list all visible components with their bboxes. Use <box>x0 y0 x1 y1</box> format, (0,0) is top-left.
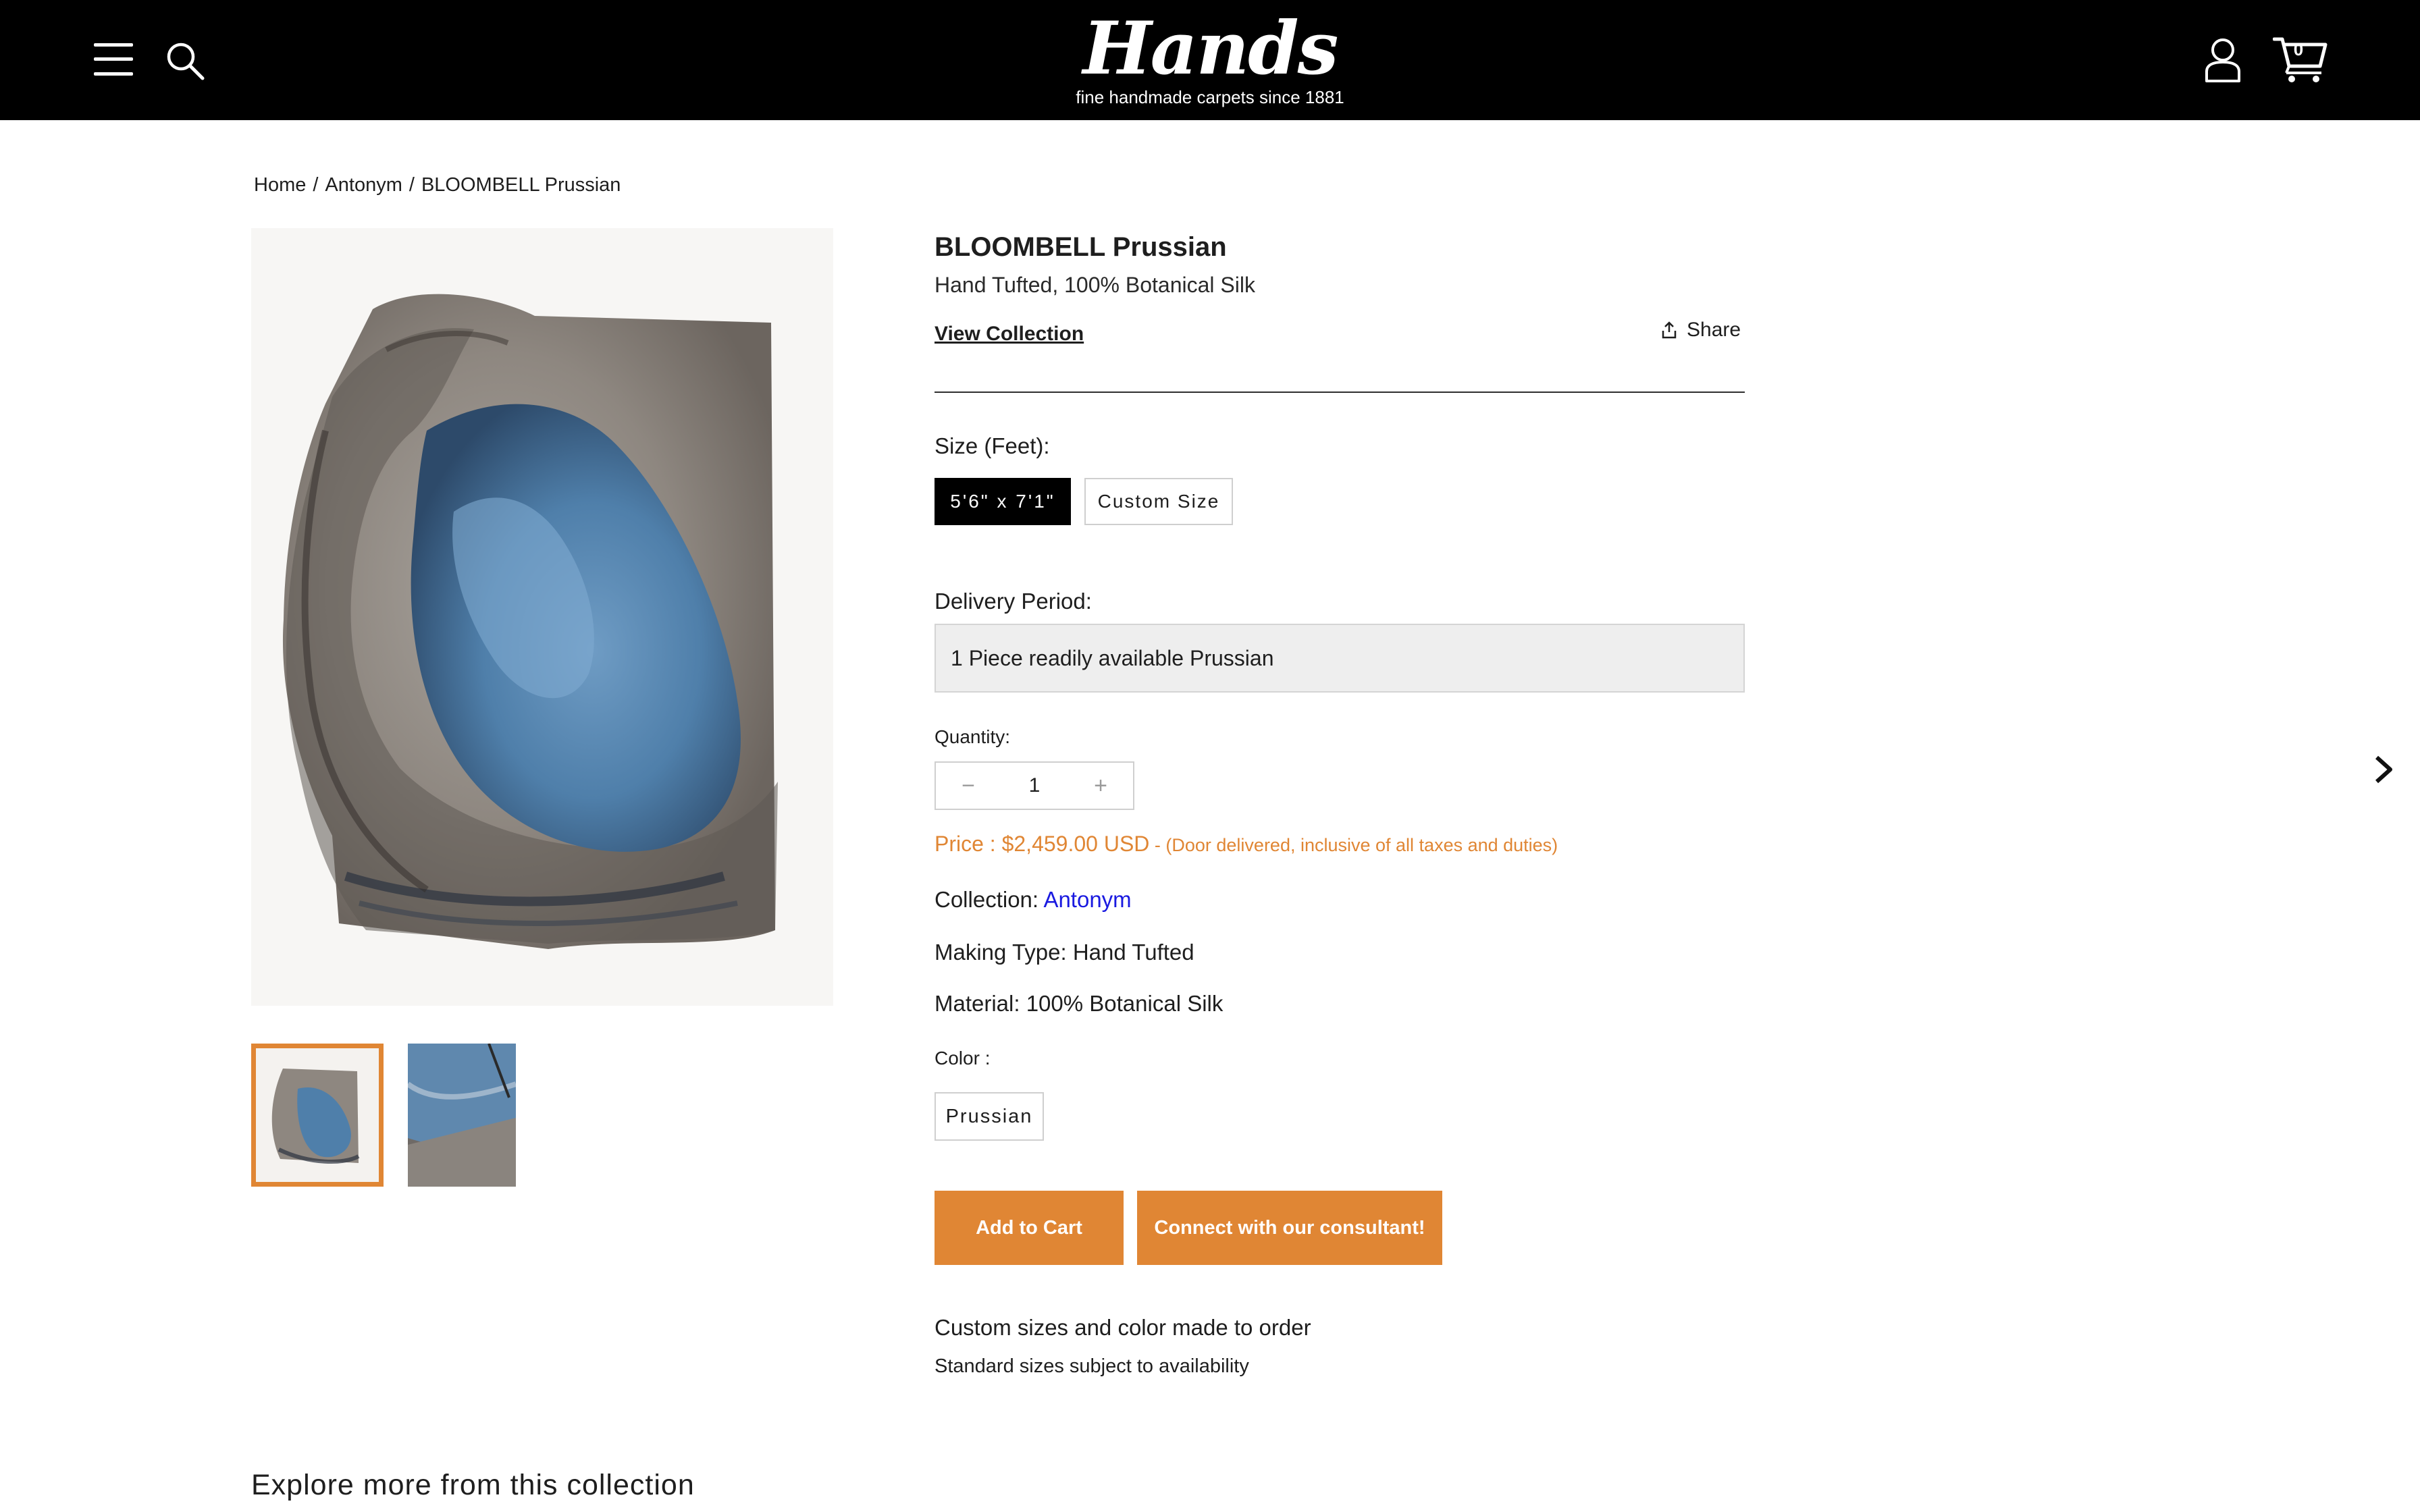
product-thumbnail[interactable] <box>408 1044 516 1187</box>
price-line: Price : $2,459.00 USD - (Door delivered,… <box>935 832 1558 857</box>
menu-icon[interactable] <box>94 43 133 76</box>
decrease-quantity-button[interactable]: − <box>936 763 1001 809</box>
quantity-input[interactable]: 1 <box>1001 774 1068 797</box>
search-icon[interactable] <box>165 40 205 81</box>
view-collection-link[interactable]: View Collection <box>935 323 1084 346</box>
breadcrumb-separator: / <box>313 174 319 196</box>
breadcrumb: Home / Antonym / BLOOMBELL Prussian <box>254 174 621 196</box>
brand-name: Hands <box>1082 6 1339 91</box>
material: Material: 100% Botanical Silk <box>935 991 1224 1016</box>
quantity-label: Quantity: <box>935 726 1011 747</box>
delivery-label: Delivery Period: <box>935 589 1092 614</box>
site-header: Hands ® fine handmade carpets since 1881… <box>0 0 2420 120</box>
breadcrumb-current: BLOOMBELL Prussian <box>421 174 621 196</box>
size-option-custom[interactable]: Custom Size <box>1084 478 1233 525</box>
brand-logo[interactable]: Hands ® fine handmade carpets since 1881 <box>1067 8 1353 109</box>
custom-order-note: Custom sizes and color made to order <box>935 1315 1311 1340</box>
user-icon[interactable] <box>2204 36 2242 82</box>
product-thumbnail[interactable] <box>251 1044 384 1187</box>
share-button[interactable]: Share <box>1661 319 1741 342</box>
delivery-period-field: 1 Piece readily available Prussian <box>935 624 1745 693</box>
making-type: Making Type: Hand Tufted <box>935 940 1194 965</box>
size-option-selected[interactable]: 5'6" x 7'1" <box>935 478 1071 525</box>
share-label: Share <box>1687 319 1741 341</box>
cart-count-badge: 0 <box>2293 39 2304 59</box>
breadcrumb-collection[interactable]: Antonym <box>325 174 402 196</box>
price-note: - (Door delivered, inclusive of all taxe… <box>1149 835 1558 855</box>
explore-heading: Explore more from this collection <box>251 1469 695 1501</box>
quantity-stepper: − 1 + <box>935 761 1134 810</box>
price: Price : $2,459.00 USD <box>935 832 1150 856</box>
color-label: Color : <box>935 1048 991 1069</box>
connect-consultant-button[interactable]: Connect with our consultant! <box>1137 1191 1442 1265</box>
size-label: Size (Feet): <box>935 433 1050 458</box>
collection-label: Collection: <box>935 887 1039 912</box>
chevron-right-icon[interactable] <box>2371 753 2396 786</box>
divider <box>935 392 1745 393</box>
product-main-image[interactable] <box>251 228 833 1006</box>
add-to-cart-button[interactable]: Add to Cart <box>935 1191 1124 1265</box>
increase-quantity-button[interactable]: + <box>1068 763 1133 809</box>
breadcrumb-home[interactable]: Home <box>254 174 306 196</box>
product-subtitle: Hand Tufted, 100% Botanical Silk <box>935 273 1255 297</box>
registered-mark: ® <box>1282 38 1291 51</box>
breadcrumb-separator: / <box>409 174 415 196</box>
collection-info: Collection: Antonym <box>935 887 1132 913</box>
availability-note: Standard sizes subject to availability <box>935 1355 1249 1377</box>
brand-tagline: fine handmade carpets since 1881 <box>1076 87 1344 107</box>
share-icon <box>1662 321 1677 339</box>
color-option[interactable]: Prussian <box>935 1092 1044 1141</box>
product-title: BLOOMBELL Prussian <box>935 232 1227 262</box>
collection-link[interactable]: Antonym <box>1043 887 1131 912</box>
